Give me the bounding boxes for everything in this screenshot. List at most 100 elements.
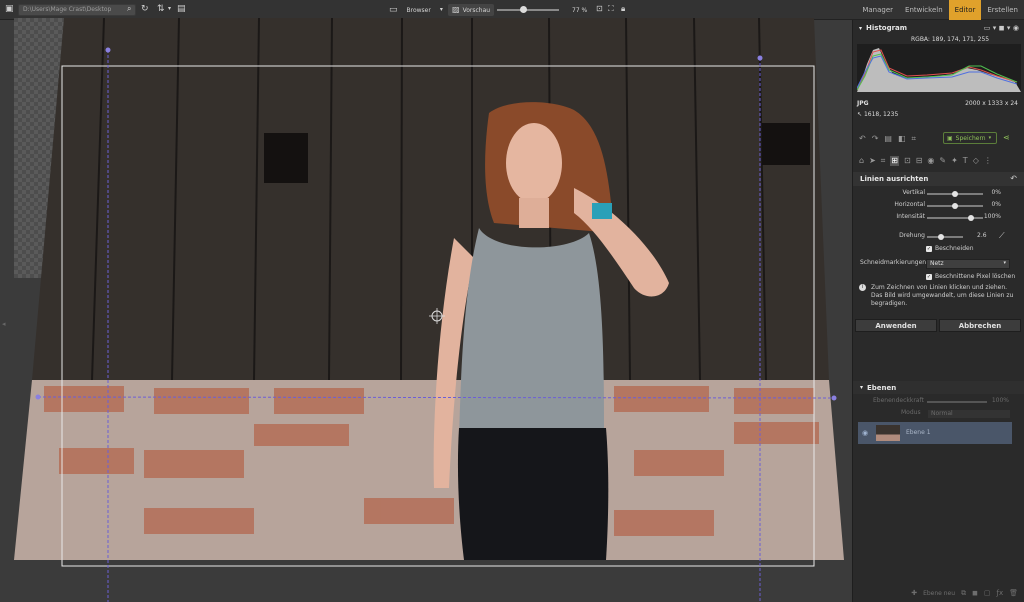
canvas-tool-icon[interactable]: ⊟ — [916, 156, 923, 166]
horizontal-slider-row: Horizontal 0% — [853, 201, 1024, 211]
rotation-row: Drehung 2.6 ⟋ — [853, 231, 1024, 242]
delete-pixels-label: Beschnittene Pixel löschen — [935, 273, 1016, 280]
info-text: Zum Zeichnen von Linien klicken und zieh… — [871, 284, 1014, 307]
folder-icon[interactable]: ▣ — [5, 5, 14, 14]
group-icon[interactable]: ▢ — [984, 589, 991, 597]
rgba-readout: RGBA: 189, 174, 171, 255 — [911, 36, 990, 43]
mask-icon[interactable]: ◼ — [972, 589, 978, 597]
layer-opacity-slider[interactable] — [927, 401, 987, 403]
intensity-slider-handle[interactable] — [967, 215, 974, 221]
collapse-icon[interactable]: ▾ — [860, 384, 863, 391]
refresh-icon[interactable]: ↻ — [141, 5, 149, 14]
search-icon[interactable]: ⌕ — [127, 5, 131, 13]
chevron-down-icon[interactable]: ▾ — [440, 7, 443, 13]
browser-label: Browser — [406, 6, 431, 14]
image-icon: ▨ — [452, 5, 460, 14]
crop-marks-label: Schneidmarkierungen — [860, 259, 927, 266]
rotation-value: 2.6 — [977, 232, 987, 239]
apply-button[interactable]: Anwenden — [855, 319, 937, 332]
rotation-slider-handle[interactable] — [938, 234, 945, 240]
tab-manager[interactable]: Manager — [856, 0, 899, 20]
effects-icon[interactable]: ƒx — [997, 589, 1004, 597]
collapse-icon[interactable]: ▾ — [859, 25, 862, 32]
shape-tool-icon[interactable]: ◇ — [973, 156, 979, 166]
reset-icon[interactable]: ↶ — [1010, 174, 1017, 183]
histogram-options-icon[interactable]: ▭ ▾ ◼ ▾ ◉ — [984, 24, 1019, 32]
add-layer-label[interactable]: Ebene neu — [923, 590, 955, 597]
crop-icon[interactable]: ⌗ — [912, 134, 917, 144]
crop-overlay[interactable] — [0, 20, 852, 602]
cursor-coords: 1618, 1235 — [863, 111, 899, 118]
brush-tool-icon[interactable]: ✎ — [939, 156, 946, 166]
lock-icon[interactable]: 🔒︎ — [621, 5, 625, 13]
compare-icon[interactable]: ◧ — [898, 134, 906, 144]
crop-tool-icon[interactable]: ⌗ — [881, 156, 886, 166]
history-icon[interactable]: ▤ — [884, 134, 892, 144]
crop-checkbox[interactable]: ✓ — [926, 246, 932, 252]
new-folder-icon[interactable]: ▤ — [177, 5, 186, 14]
crop-marks-row: Schneidmarkierungen Netz ▾ — [853, 259, 1024, 269]
save-button[interactable]: ▣ Speichern ▾ — [943, 132, 997, 144]
delete-pixels-checkbox[interactable]: ✓ — [926, 274, 932, 280]
text-tool-icon[interactable]: T — [963, 156, 968, 166]
vertical-slider-row: Vertikal 0% — [853, 189, 1024, 199]
more-tools-icon[interactable]: ⋮ — [984, 156, 992, 166]
crop-checkbox-row: ✓ Beschneiden — [853, 245, 1024, 255]
home-icon[interactable]: ⌂ — [859, 156, 864, 166]
horizontal-slider-handle[interactable] — [952, 203, 958, 209]
delete-layer-icon[interactable]: 🗑︎ — [1009, 589, 1018, 597]
cancel-button[interactable]: Abbrechen — [939, 319, 1021, 332]
level-icon[interactable]: ⟋ — [999, 231, 1005, 241]
layer-opacity-value: 100% — [991, 397, 1009, 404]
histogram-header[interactable]: ▾ Histogram ▭ ▾ ◼ ▾ ◉ — [853, 22, 1024, 34]
mode-tabs: Manager Entwickeln Editor Erstellen — [856, 0, 1024, 20]
guide-line-horizontal — [37, 396, 835, 399]
layers-title: Ebenen — [867, 383, 897, 392]
transform-tool-icon[interactable]: ⊡ — [904, 156, 911, 166]
layer-name: Ebene 1 — [906, 429, 931, 436]
eye-tool-icon[interactable]: ◉ — [927, 156, 934, 166]
straighten-tool-icon[interactable]: ⊞ — [890, 156, 899, 166]
intensity-value: 100% — [983, 213, 1001, 220]
zoom-slider-handle[interactable] — [519, 6, 527, 13]
intensity-label: Intensität — [896, 213, 925, 220]
duplicate-layer-icon[interactable]: ⧉ — [961, 589, 966, 598]
preview-button[interactable]: ▨ Vorschau — [448, 4, 495, 16]
save-icon: ▣ — [947, 134, 953, 142]
intensity-slider[interactable] — [927, 217, 983, 219]
redo-icon[interactable]: ↷ — [872, 134, 879, 144]
sort-icon[interactable]: ⇅ — [157, 5, 165, 14]
fit-screen-icon[interactable]: ⛶ — [608, 5, 614, 13]
histogram-title: Histogram — [866, 24, 908, 32]
tab-develop[interactable]: Entwickeln — [899, 0, 949, 20]
tool-icons-row: ⌂ ➤ ⌗ ⊞ ⊡ ⊟ ◉ ✎ ✦ T ◇ ⋮ — [859, 156, 992, 166]
layers-header[interactable]: ▾ Ebenen — [853, 381, 1024, 394]
layers-bottom-toolbar: ✚ Ebene neu ⧉ ◼ ▢ ƒx 🗑︎ — [852, 584, 1024, 602]
chevron-down-icon[interactable]: ▾ — [989, 135, 992, 141]
visibility-eye-icon[interactable]: ◉ — [862, 429, 868, 437]
rotation-slider[interactable] — [927, 236, 963, 238]
rotation-label: Drehung — [899, 232, 925, 239]
path-input[interactable]: D:\Users\Mage Crast\Desktop — [18, 4, 136, 16]
share-icon[interactable]: ⋖ — [1003, 133, 1010, 142]
browser-button[interactable]: ▭ Browser ▾ — [389, 4, 443, 16]
vertical-slider-handle[interactable] — [952, 191, 958, 197]
tab-create[interactable]: Erstellen — [981, 0, 1024, 20]
layer-mode-select[interactable]: Normal — [927, 409, 1011, 419]
zoom-slider[interactable] — [497, 9, 559, 11]
crop-marks-select[interactable]: Netz ▾ — [926, 259, 1010, 269]
chevron-down-icon[interactable]: ▾ — [168, 6, 171, 12]
top-toolbar: ▣ D:\Users\Mage Crast\Desktop ⌕ ↻ ⇅ ▾ ▤ … — [0, 0, 1024, 20]
history-toolbar: ↶ ↷ ▤ ◧ ⌗ — [859, 134, 916, 144]
actual-size-icon[interactable]: ⊡ — [596, 5, 603, 13]
select-tool-icon[interactable]: ➤ — [869, 156, 876, 166]
add-layer-icon[interactable]: ✚ — [911, 589, 917, 597]
crop-marks-value: Netz — [930, 260, 944, 267]
clone-tool-icon[interactable]: ✦ — [951, 156, 958, 166]
zoom-level: 77 % — [572, 4, 587, 16]
tab-editor[interactable]: Editor — [948, 0, 982, 20]
undo-icon[interactable]: ↶ — [859, 134, 866, 144]
layer-item[interactable]: ◉ Ebene 1 — [858, 422, 1012, 444]
straighten-header: Linien ausrichten ↶ — [853, 172, 1024, 186]
preview-label: Vorschau — [462, 6, 491, 14]
